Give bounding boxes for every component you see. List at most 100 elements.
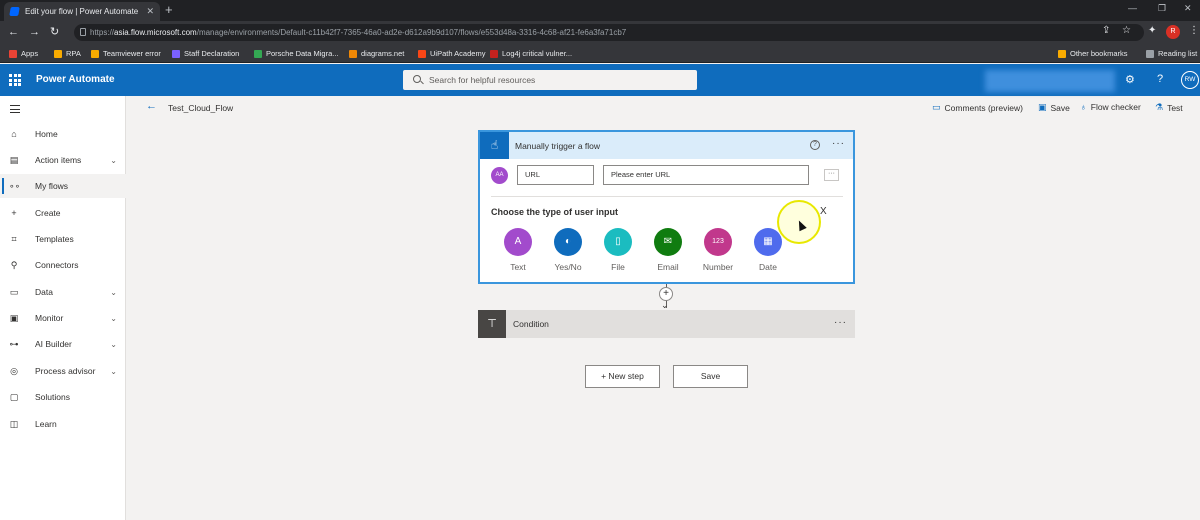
trigger-card-header[interactable]: ☝ Manually trigger a flow ? ··· <box>480 132 853 159</box>
apps-grid-icon <box>9 49 17 58</box>
nav-item-my-flows[interactable]: ∘∘ My flows <box>0 174 126 198</box>
url-path: /manage/environments/Default-c11b42f7-73… <box>196 28 627 37</box>
save-command-button[interactable]: ▣ Save <box>1038 102 1070 113</box>
back-arrow-icon[interactable]: ← <box>8 25 19 39</box>
bookmark-log4j[interactable]: Log4j critical vulner... <box>490 49 572 58</box>
input-type-number[interactable]: 123 Number <box>698 228 738 272</box>
back-arrow-icon[interactable]: ← <box>146 100 157 112</box>
input-type-email[interactable]: ✉ Email <box>648 228 688 272</box>
condition-icon: ⊤ <box>478 310 506 338</box>
divider <box>491 196 843 197</box>
diagrams-icon <box>349 49 357 58</box>
input-type-file[interactable]: ▯ File <box>598 228 638 272</box>
hamburger-menu-icon[interactable] <box>10 105 20 116</box>
url-field[interactable]: https://asia.flow.microsoft.com/manage/e… <box>74 24 1144 41</box>
close-icon[interactable]: X <box>820 206 827 217</box>
app-title[interactable]: Power Automate <box>36 74 115 85</box>
help-icon[interactable]: ? <box>1157 73 1163 85</box>
nav-item-action-items[interactable]: ▤ Action items ⌄ <box>0 148 126 172</box>
user-input-row: AA URL Please enter URL ··· <box>491 165 841 185</box>
minimize-icon[interactable]: — <box>1128 3 1137 13</box>
input-placeholder-field[interactable]: Please enter URL <box>603 165 809 185</box>
insert-step-icon[interactable]: + <box>659 287 673 301</box>
nav-item-learn[interactable]: ◫ Learn <box>0 412 126 436</box>
chrome-menu-icon[interactable]: ⋮ <box>1189 25 1199 36</box>
search-placeholder: Search for helpful resources <box>429 75 536 85</box>
save-button[interactable]: Save <box>673 365 748 388</box>
new-step-button[interactable]: + New step <box>585 365 660 388</box>
share-icon[interactable]: ⇪ <box>1102 25 1110 36</box>
bookmark-porsche[interactable]: Porsche Data Migra... <box>254 49 339 58</box>
close-window-icon[interactable]: ✕ <box>1184 3 1192 14</box>
extensions-icon[interactable]: ✦ <box>1148 25 1156 36</box>
address-bar-row: ← → ↻ https://asia.flow.microsoft.com/ma… <box>0 21 1200 44</box>
search-input[interactable]: Search for helpful resources <box>403 70 697 90</box>
power-automate-favicon-icon <box>9 7 20 16</box>
bookmark-rpa[interactable]: RPA <box>54 49 81 58</box>
new-tab-icon[interactable]: + <box>165 2 173 17</box>
bookmark-staff-declaration[interactable]: Staff Declaration <box>172 49 239 58</box>
close-tab-icon[interactable]: ✕ <box>146 6 154 17</box>
date-icon: ▦ <box>754 228 782 256</box>
input-more-button[interactable]: ··· <box>824 169 839 181</box>
solutions-icon: ▢ <box>9 391 19 402</box>
test-button[interactable]: ⚗ Test <box>1155 102 1183 113</box>
nav-item-create[interactable]: + Create <box>0 201 126 225</box>
data-icon: ▭ <box>9 286 19 297</box>
bookmark-uipath[interactable]: UiPath Academy <box>418 49 485 58</box>
browser-tab[interactable]: Edit your flow | Power Automate ✕ <box>4 2 160 21</box>
comments-button[interactable]: ▭ Comments (preview) <box>932 102 1023 113</box>
nav-item-data[interactable]: ▭ Data ⌄ <box>0 280 126 304</box>
condition-title: Condition <box>513 319 549 329</box>
environment-picker[interactable] <box>985 70 1115 92</box>
choose-input-type-label: Choose the type of user input <box>491 207 619 217</box>
flow-checker-button[interactable]: ♁ Flow checker <box>1080 102 1141 112</box>
drive-icon <box>254 49 262 58</box>
nav-item-process-advisor[interactable]: ◎ Process advisor ⌄ <box>0 359 126 383</box>
condition-card[interactable]: ⊤ Condition ··· <box>478 310 855 338</box>
input-type-text[interactable]: A Text <box>498 228 538 272</box>
help-circle-icon[interactable]: ? <box>810 140 820 150</box>
nav-item-home[interactable]: ⌂ Home <box>0 122 126 146</box>
nav-item-ai-builder[interactable]: ⊶ AI Builder ⌄ <box>0 332 126 356</box>
input-name-field[interactable]: URL <box>517 165 594 185</box>
nav-item-connectors[interactable]: ⚲ Connectors <box>0 253 126 277</box>
more-options-icon[interactable]: ··· <box>832 138 845 149</box>
bookmark-reading-list[interactable]: Reading list <box>1146 49 1197 58</box>
url-prefix: https:// <box>90 28 115 37</box>
log4j-icon <box>490 49 498 58</box>
lock-icon <box>80 28 86 36</box>
folder-icon <box>54 49 62 58</box>
connectors-icon: ⚲ <box>10 259 18 270</box>
more-options-icon[interactable]: ··· <box>834 317 847 328</box>
comment-icon: ▭ <box>932 102 941 112</box>
forward-arrow-icon[interactable]: → <box>29 25 40 39</box>
browser-profile-avatar[interactable]: R <box>1166 25 1180 39</box>
save-icon: ▣ <box>1038 102 1047 112</box>
input-type-yes-no[interactable]: ◐ Yes/No <box>548 228 588 272</box>
settings-gear-icon[interactable]: ⚙ <box>1125 73 1135 86</box>
flows-icon: ∘∘ <box>9 180 21 191</box>
nav-item-templates[interactable]: ⌗ Templates <box>0 227 126 251</box>
email-icon: ✉ <box>654 228 682 256</box>
nav-item-solutions[interactable]: ▢ Solutions <box>0 385 126 409</box>
bookmark-star-icon[interactable]: ☆ <box>1122 25 1131 36</box>
bookmark-teamviewer[interactable]: Teamviewer error <box>91 49 161 58</box>
app-launcher-icon[interactable] <box>9 74 21 86</box>
process-advisor-icon: ◎ <box>10 365 18 376</box>
browser-tab-strip: Edit your flow | Power Automate ✕ + — ❐ … <box>0 0 1200 21</box>
templates-icon: ⌗ <box>11 233 17 244</box>
nav-item-monitor[interactable]: ▣ Monitor ⌄ <box>0 306 126 330</box>
bookmark-other[interactable]: Other bookmarks <box>1058 49 1128 58</box>
bookmark-diagrams[interactable]: diagrams.net <box>349 49 404 58</box>
bookmark-apps[interactable]: Apps <box>9 49 38 58</box>
reload-icon[interactable]: ↻ <box>50 25 59 39</box>
chevron-down-icon: ⌄ <box>110 155 117 165</box>
file-icon: ▯ <box>604 228 632 256</box>
beaker-icon: ⚗ <box>1155 102 1164 112</box>
chevron-down-icon: ⌄ <box>110 287 117 297</box>
user-avatar[interactable]: RW <box>1181 71 1199 89</box>
restore-icon[interactable]: ❐ <box>1158 3 1166 14</box>
plus-icon: + <box>11 208 17 218</box>
monitor-icon: ▣ <box>9 312 19 323</box>
